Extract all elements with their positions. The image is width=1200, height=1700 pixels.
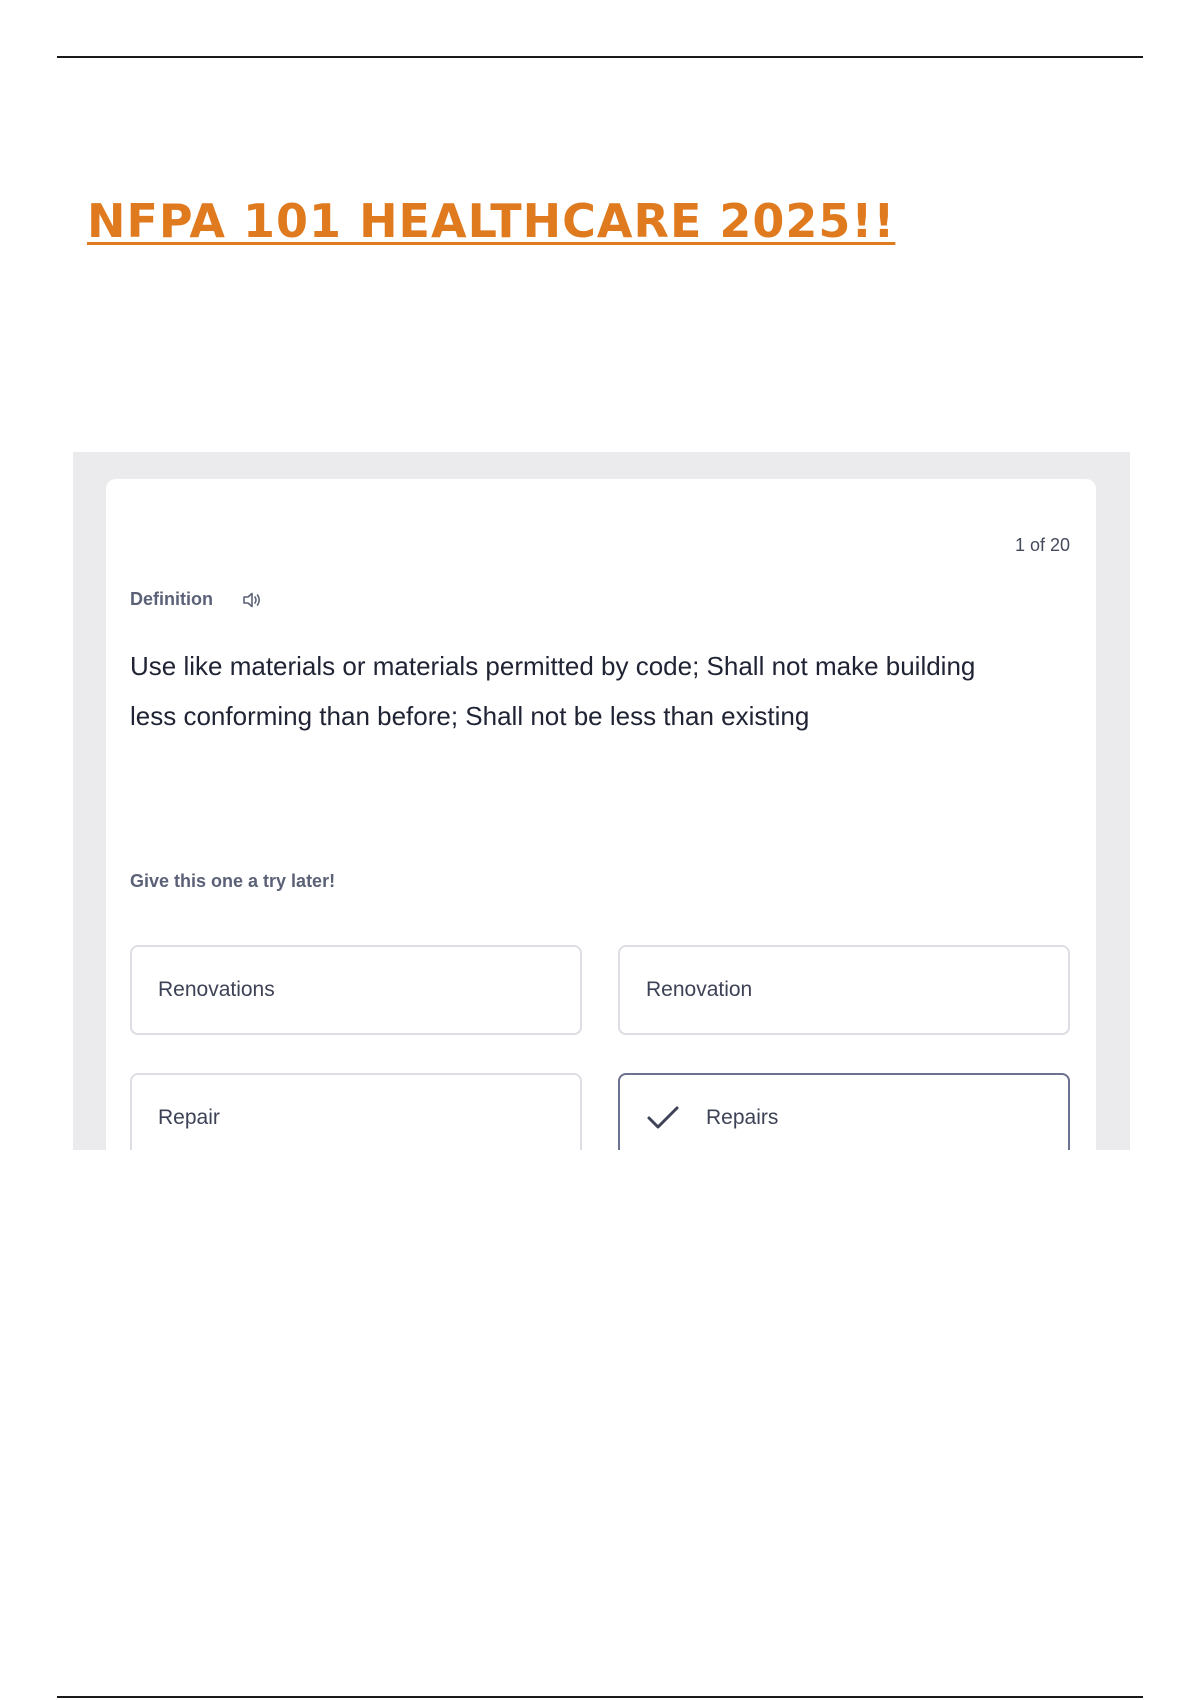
top-rule (57, 56, 1143, 58)
answer-options: Renovations Renovation Repair Repairs (130, 945, 1074, 1150)
answer-option-renovations[interactable]: Renovations (130, 945, 582, 1035)
answer-option-repair[interactable]: Repair (130, 1073, 582, 1150)
check-icon (646, 1104, 680, 1132)
answer-option-label: Renovations (158, 978, 275, 1001)
flashcard: 1 of 20 Definition Use like materials or… (106, 479, 1096, 1150)
term-label: Definition (130, 589, 213, 609)
term-row: Definition (130, 589, 263, 610)
bottom-rule (57, 1696, 1143, 1698)
try-later-hint[interactable]: Give this one a try later! (130, 871, 335, 892)
answer-option-repairs[interactable]: Repairs (618, 1073, 1070, 1150)
answer-option-label: Renovation (646, 978, 753, 1001)
card-counter: 1 of 20 (1014, 535, 1070, 555)
definition-text: Use like materials or materials permitte… (130, 651, 976, 731)
answer-option-renovation[interactable]: Renovation (618, 945, 1070, 1035)
speaker-icon[interactable] (241, 590, 263, 610)
answer-option-label: Repairs (706, 1106, 779, 1129)
answer-option-label: Repair (158, 1106, 220, 1129)
flashcard-screenshot: 1 of 20 Definition Use like materials or… (73, 452, 1130, 1150)
document-title: NFPA 101 HEALTHCARE 2025!! (87, 194, 896, 248)
